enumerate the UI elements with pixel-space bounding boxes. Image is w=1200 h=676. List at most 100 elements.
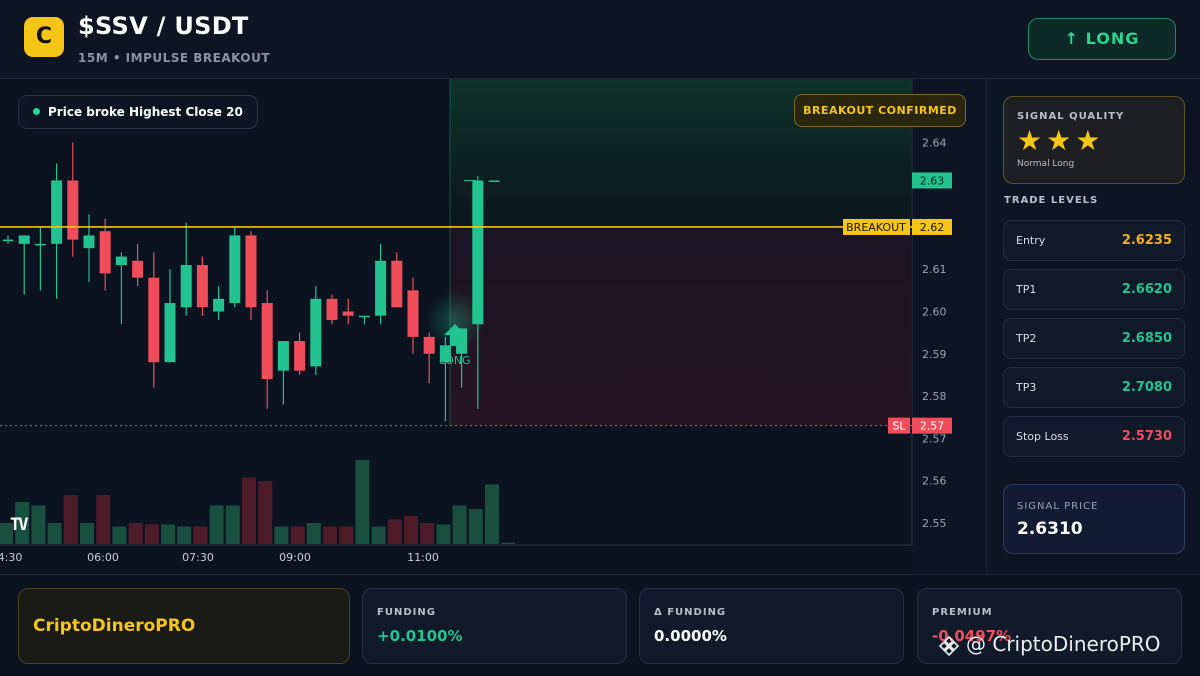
- y-tick-label: 2.57: [922, 432, 947, 445]
- long-marker-label: LONG: [439, 354, 470, 367]
- risk-zone: [450, 226, 912, 426]
- candle-body: [213, 298, 225, 312]
- price-chart[interactable]: 2.652.642.622.612.602.592.582.572.562.55…: [0, 79, 985, 573]
- candle-body: [132, 260, 144, 278]
- legend-dot-icon: [33, 108, 40, 115]
- level-label: TP3: [1016, 381, 1037, 394]
- level-value: 2.6620: [1121, 282, 1172, 297]
- brand-card: CriptoDineroPRO: [18, 588, 350, 664]
- level-value: 2.5730: [1121, 429, 1172, 444]
- level-stop-loss: Stop Loss 2.5730: [1003, 416, 1185, 457]
- candle-body: [358, 315, 370, 318]
- y-tick-label: 2.61: [922, 263, 947, 276]
- watermark: @ CriptoDineroPRO: [938, 632, 1161, 657]
- signal-price-title: SIGNAL PRICE: [1017, 501, 1099, 512]
- breakout-price-label: 2.62: [920, 221, 945, 234]
- header-bar: C $SSV / USDT 15M • IMPULSE BREAKOUT ↑ L…: [0, 0, 1200, 79]
- volume-bar: [242, 477, 256, 544]
- long-button[interactable]: ↑ LONG: [1028, 18, 1176, 60]
- candle-body: [83, 235, 95, 249]
- app-logo: C: [24, 17, 64, 57]
- stat-label: Δ FUNDING: [654, 607, 727, 618]
- volume-bar: [420, 523, 435, 544]
- stat-label: PREMIUM: [932, 607, 993, 618]
- level-value: 2.7080: [1121, 380, 1172, 395]
- volume-bar: [452, 505, 467, 544]
- candle-body: [294, 341, 306, 371]
- candle-body: [2, 239, 14, 242]
- pair-title: $SSV / USDT: [78, 12, 249, 40]
- volume-bar: [96, 495, 111, 544]
- delta-funding-card: Δ FUNDING 0.0000%: [639, 588, 904, 664]
- volume-bar: [323, 526, 337, 544]
- volume-bar: [258, 481, 273, 544]
- y-tick-label: 2.55: [922, 517, 947, 530]
- stat-value: +0.0100%: [377, 627, 463, 645]
- x-tick-label: 07:30: [182, 551, 214, 564]
- candle-body: [51, 180, 63, 244]
- breakout-confirmed-badge: BREAKOUT CONFIRMED: [794, 94, 966, 127]
- breakout-line-label: BREAKOUT: [846, 221, 906, 234]
- x-tick-label: 06:00: [87, 551, 119, 564]
- x-tick-label: 4:30: [0, 551, 22, 564]
- stat-label: FUNDING: [377, 607, 436, 618]
- volume-bar: [193, 526, 208, 544]
- level-tp3: TP3 2.7080: [1003, 367, 1185, 408]
- volume-bar: [436, 524, 451, 544]
- candle-body: [196, 265, 208, 308]
- volume-bar: [404, 516, 418, 544]
- candle-body: [277, 341, 289, 371]
- volume-bar: [161, 524, 175, 544]
- sl-line-label: SL: [892, 420, 906, 433]
- chart-canvas[interactable]: 2.652.642.622.612.602.592.582.572.562.55…: [0, 79, 985, 573]
- y-tick-label: 2.60: [922, 306, 947, 319]
- level-tp1: TP1 2.6620: [1003, 269, 1185, 310]
- candle-body: [99, 231, 111, 274]
- signal-quality-title: SIGNAL QUALITY: [1017, 111, 1125, 122]
- volume-bar: [355, 460, 370, 544]
- volume-bar: [112, 526, 127, 544]
- signal-sidebar: SIGNAL QUALITY ★★★ Normal Long TRADE LEV…: [986, 79, 1200, 573]
- volume-bar: [63, 495, 78, 544]
- volume-bar: [290, 526, 305, 544]
- candle-body: [18, 235, 30, 244]
- candle-body: [164, 303, 176, 363]
- candle-body: [423, 336, 435, 354]
- y-tick-label: 2.58: [922, 390, 947, 403]
- volume-bar: [144, 524, 159, 544]
- indicator-legend: Price broke Highest Close 20: [18, 95, 258, 129]
- level-entry: Entry 2.6235: [1003, 220, 1185, 261]
- candle-body: [391, 260, 403, 308]
- level-label: TP1: [1016, 283, 1037, 296]
- stat-value: 0.0000%: [654, 627, 727, 645]
- y-tick-label: 2.59: [922, 348, 947, 361]
- level-tp2: TP2 2.6850: [1003, 318, 1185, 359]
- legend-text: Price broke Highest Close 20: [48, 105, 243, 119]
- candle-body: [115, 256, 127, 265]
- volume-bar: [468, 509, 483, 544]
- volume-bar: [339, 526, 354, 544]
- volume-bar: [209, 505, 224, 544]
- volume-bar: [274, 526, 289, 544]
- volume-bar: [80, 523, 94, 544]
- candle-body: [375, 260, 387, 316]
- candle-body: [148, 277, 160, 363]
- candle-body: [472, 180, 484, 325]
- signal-price-value: 2.6310: [1017, 519, 1083, 539]
- watermark-text: @ CriptoDineroPRO: [966, 632, 1161, 656]
- star-rating-icon: ★★★: [1017, 124, 1105, 157]
- brand-name: CriptoDineroPRO: [33, 616, 196, 636]
- x-tick-label: 09:00: [279, 551, 311, 564]
- y-tick-label: 2.56: [922, 475, 947, 488]
- funding-card: FUNDING +0.0100%: [362, 588, 627, 664]
- price-axis: [912, 79, 985, 573]
- candle-body: [407, 290, 419, 337]
- sl-price-label: 2.57: [920, 420, 945, 433]
- level-label: Entry: [1016, 234, 1046, 247]
- current-price-label: 2.63: [920, 174, 945, 187]
- candle-body: [261, 303, 273, 380]
- candle-body: [34, 243, 46, 246]
- level-value: 2.6850: [1121, 331, 1172, 346]
- volume-bar: [128, 523, 143, 544]
- volume-bar: [501, 542, 516, 544]
